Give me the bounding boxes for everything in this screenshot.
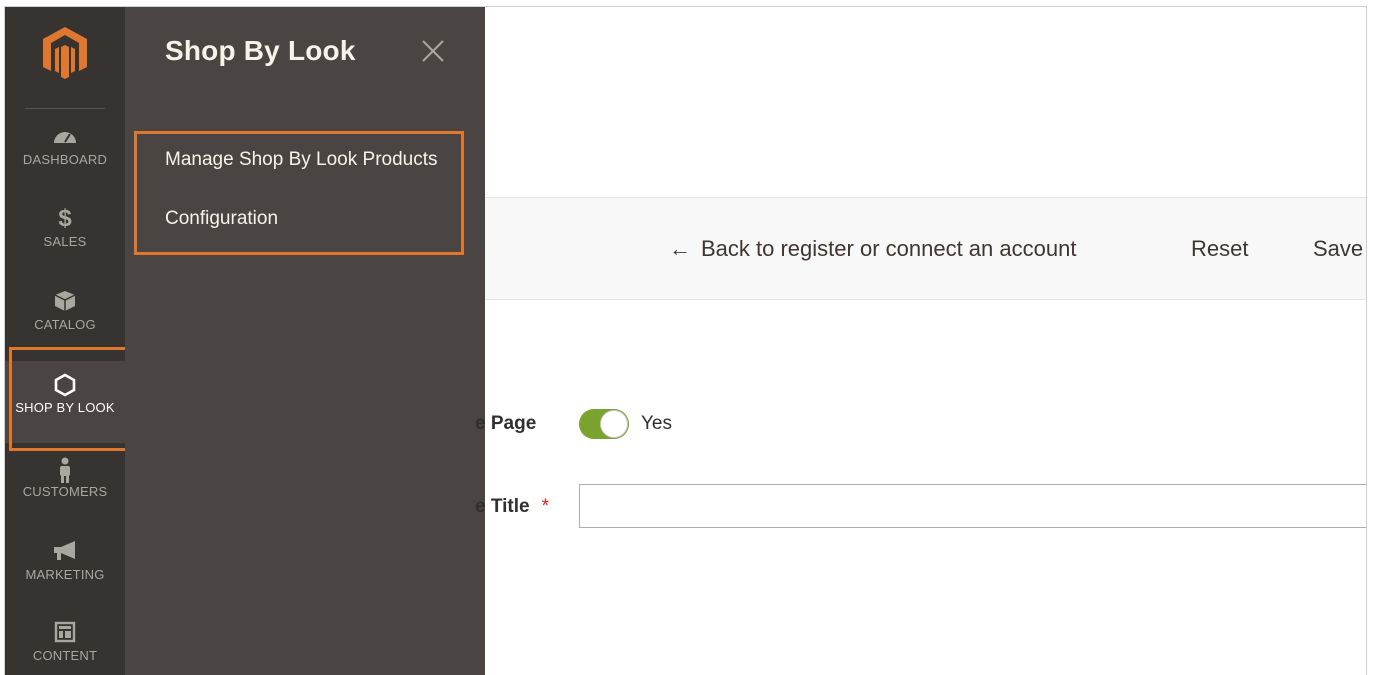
- back-button[interactable]: ← Back to register or connect an account: [669, 236, 1076, 262]
- enable-page-label: e Page: [475, 413, 537, 434]
- back-arrow-icon: ←: [669, 236, 691, 261]
- logo-divider: [25, 108, 105, 109]
- dashboard-gauge-icon: [50, 125, 80, 149]
- required-star: *: [541, 496, 549, 517]
- nav-label-shop-by-look: SHOP BY LOOK: [15, 400, 115, 415]
- submenu-title: Shop By Look: [165, 35, 356, 66]
- nav-label-catalog: CATALOG: [34, 317, 96, 332]
- nav-label-customers: CUSTOMERS: [22, 484, 108, 499]
- dollar-icon: $: [58, 205, 72, 232]
- nav-item-catalog[interactable]: CATALOG: [5, 290, 125, 372]
- admin-sidebar: DASHBOARD $ SALES CATALOG SHOP BY LOOK C…: [5, 7, 135, 675]
- page-actions-bar: ← Back to register or connect an account …: [485, 197, 1366, 300]
- admin-window: DASHBOARD $ SALES CATALOG SHOP BY LOOK C…: [4, 6, 1367, 675]
- nav-label-marketing: MARKETING: [25, 567, 105, 582]
- nav-item-dashboard[interactable]: DASHBOARD: [5, 125, 125, 207]
- page-title-label: e Title *: [475, 496, 549, 518]
- magento-logo-icon[interactable]: [39, 25, 91, 81]
- nav-item-sales[interactable]: $ SALES: [5, 207, 125, 289]
- nav-item-marketing[interactable]: MARKETING: [5, 540, 125, 622]
- box-icon: [50, 290, 80, 314]
- page-title-input[interactable]: [579, 484, 1366, 528]
- nav-label-sales: SALES: [43, 234, 87, 249]
- person-icon: [50, 457, 80, 483]
- save-button[interactable]: Save: [1313, 236, 1363, 262]
- nav-item-shop-by-look[interactable]: SHOP BY LOOK: [5, 361, 125, 443]
- toggle-knob: [600, 410, 628, 438]
- nav-item-customers[interactable]: CUSTOMERS: [5, 457, 125, 539]
- nav-item-content[interactable]: CONTENT: [5, 621, 125, 675]
- nav-label-content: CONTENT: [32, 648, 98, 663]
- shop-by-look-submenu: Shop By Look Manage Shop By Look Product…: [125, 7, 485, 675]
- megaphone-icon: [50, 540, 80, 564]
- layout-icon: [50, 621, 80, 645]
- reset-button[interactable]: Reset: [1191, 236, 1248, 262]
- nav-label-dashboard: DASHBOARD: [22, 152, 108, 167]
- enable-page-value: Yes: [641, 413, 672, 434]
- page-title-label-text: e Title: [475, 496, 530, 517]
- back-button-label: Back to register or connect an account: [701, 236, 1077, 261]
- enable-page-toggle[interactable]: [579, 409, 629, 439]
- submenu-link-configuration[interactable]: Configuration: [165, 208, 278, 230]
- close-icon[interactable]: [419, 37, 447, 65]
- submenu-link-manage-products[interactable]: Manage Shop By Look Products: [165, 149, 438, 171]
- hexagon-icon: [50, 373, 80, 397]
